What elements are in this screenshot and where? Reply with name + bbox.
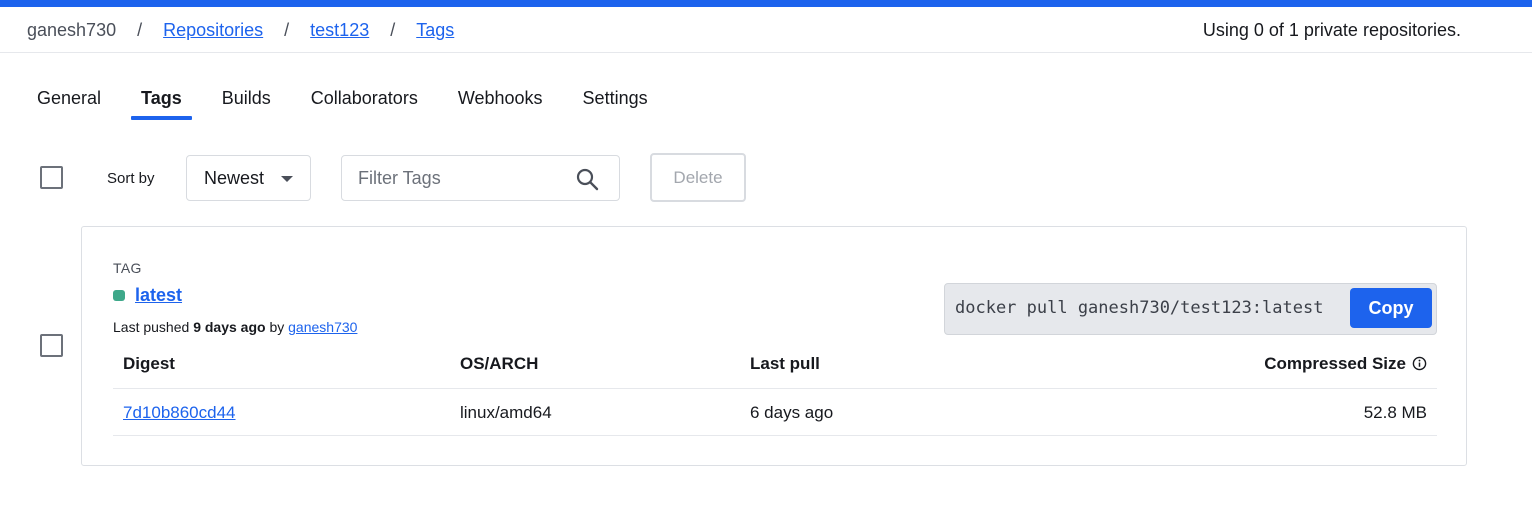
filter-tags-field (341, 155, 620, 201)
sort-select[interactable]: Newest (186, 155, 311, 201)
breadcrumb-separator: / (284, 20, 290, 40)
tag-card: TAG latest Last pushed 9 days ago by gan… (81, 226, 1467, 466)
breadcrumb-tags-link[interactable]: Tags (416, 20, 454, 41)
docker-pull-command[interactable]: docker pull ganesh730/test123:latest (955, 298, 1323, 318)
pushed-by-word: by (269, 319, 285, 335)
breadcrumb-separator: / (137, 20, 143, 40)
sort-by-label: Sort by (107, 170, 155, 187)
filter-tags-input[interactable] (358, 156, 568, 200)
column-header-digest: Digest (123, 354, 175, 373)
pushed-by-user-link[interactable]: ganesh730 (288, 319, 357, 335)
tag-digest-table: Digest OS/ARCH Last pull Compressed Size… (113, 341, 1437, 436)
sort-select-value: Newest (204, 167, 265, 188)
docker-pull-command-box: docker pull ganesh730/test123:latest Cop… (944, 283, 1437, 335)
private-repo-usage: Using 0 of 1 private repositories. (1202, 20, 1461, 40)
copy-button[interactable]: Copy (1350, 288, 1432, 328)
tab-webhooks[interactable]: Webhooks (448, 88, 553, 120)
breadcrumb-repositories-link[interactable]: Repositories (163, 20, 263, 41)
breadcrumb: ganesh730 / Repositories / test123 / Tag… (27, 20, 454, 41)
tab-general[interactable]: General (27, 88, 111, 120)
last-pushed-info: Last pushed 9 days ago by ganesh730 (113, 319, 357, 335)
breadcrumb-separator: / (390, 20, 396, 40)
chevron-down-icon (281, 176, 293, 182)
compressed-size-label: Compressed Size (1264, 354, 1406, 373)
last-pushed-prefix: Last pushed (113, 319, 190, 335)
table-header-row: Digest OS/ARCH Last pull Compressed Size (113, 341, 1437, 389)
tab-builds[interactable]: Builds (212, 88, 281, 120)
search-icon[interactable] (575, 167, 599, 191)
table-row: 7d10b860cd44 linux/amd64 6 days ago 52.8… (113, 389, 1437, 436)
tag-status-dot (113, 290, 125, 301)
tab-collaborators[interactable]: Collaborators (301, 88, 428, 120)
top-accent-bar (0, 0, 1532, 7)
tab-settings[interactable]: Settings (573, 88, 658, 120)
tag-name-link[interactable]: latest (135, 285, 182, 306)
tag-row-checkbox[interactable] (40, 334, 63, 357)
column-header-last-pull: Last pull (750, 354, 820, 373)
last-pushed-time: 9 days ago (193, 319, 266, 335)
breadcrumb-bar: ganesh730 / Repositories / test123 / Tag… (0, 7, 1532, 53)
tag-heading: TAG (113, 260, 142, 276)
breadcrumb-owner: ganesh730 (27, 20, 117, 40)
repo-tabs: General Tags Builds Collaborators Webhoo… (27, 88, 678, 120)
select-all-checkbox[interactable] (40, 166, 63, 189)
digest-link[interactable]: 7d10b860cd44 (123, 403, 236, 422)
info-icon[interactable] (1412, 356, 1427, 371)
column-header-compressed-size: Compressed Size (1264, 354, 1427, 374)
tab-tags[interactable]: Tags (131, 88, 192, 120)
last-pull-cell: 6 days ago (750, 403, 834, 422)
delete-button[interactable]: Delete (650, 153, 746, 202)
os-arch-cell: linux/amd64 (460, 403, 552, 422)
column-header-os-arch: OS/ARCH (460, 354, 539, 373)
breadcrumb-repo-link[interactable]: test123 (310, 20, 369, 41)
compressed-size-cell: 52.8 MB (1363, 403, 1427, 422)
digest-cell: 7d10b860cd44 (123, 403, 236, 423)
